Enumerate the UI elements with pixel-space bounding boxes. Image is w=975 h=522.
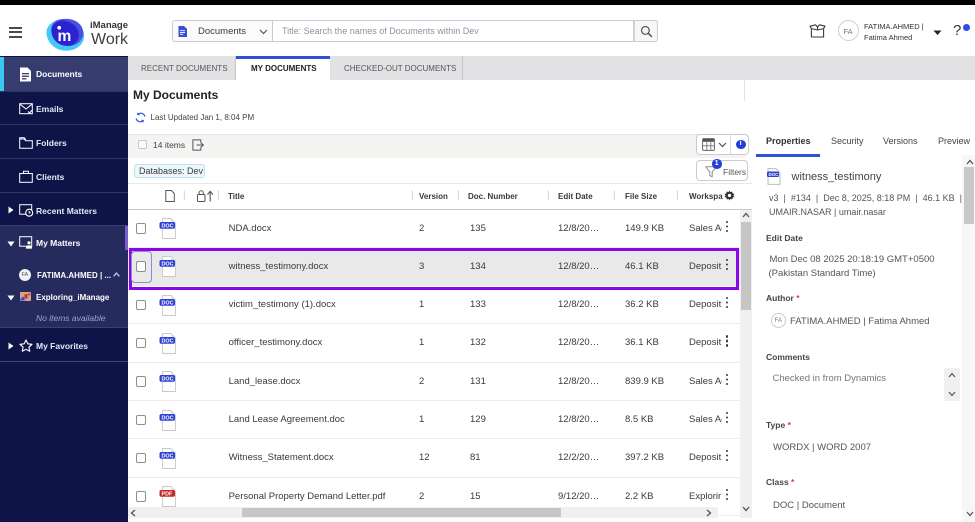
svg-text:DOC: DOC <box>162 415 174 421</box>
svg-text:DOC: DOC <box>162 223 174 229</box>
svg-text:DOC: DOC <box>162 338 174 344</box>
svg-text:DOC: DOC <box>162 300 174 306</box>
svg-text:DOC: DOC <box>769 171 780 176</box>
svg-text:DOC: DOC <box>162 453 174 459</box>
svg-text:m: m <box>58 28 72 45</box>
svg-text:PDF: PDF <box>162 491 173 497</box>
svg-text:DOC: DOC <box>162 376 174 382</box>
svg-text:DOC: DOC <box>162 262 174 268</box>
